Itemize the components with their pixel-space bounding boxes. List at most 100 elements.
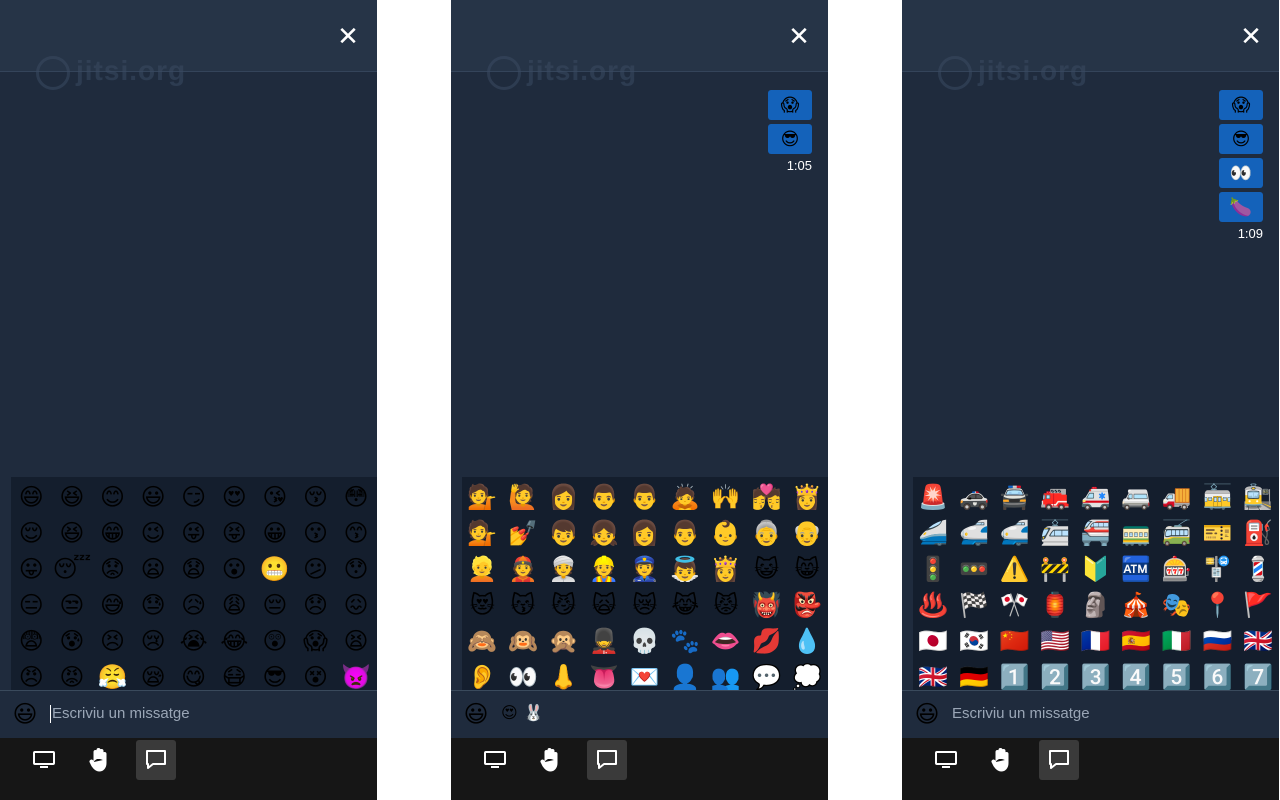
emoji-option[interactable]: 🚋: [1197, 479, 1238, 515]
emoji-option[interactable]: 😄: [11, 479, 52, 515]
emoji-option[interactable]: 😥: [173, 587, 214, 623]
emoji-option[interactable]: 😣: [92, 623, 133, 659]
emoji-option[interactable]: 🚝: [1075, 515, 1116, 551]
emoji-option[interactable]: 😊: [92, 479, 133, 515]
emoji-option[interactable]: 😟: [92, 551, 133, 587]
emoji-option[interactable]: 🚚: [1157, 479, 1198, 515]
emoji-option[interactable]: 😕: [295, 551, 336, 587]
emoji-option[interactable]: 👂: [462, 659, 503, 690]
emoji-option[interactable]: 🚄: [913, 515, 954, 551]
emoji-option[interactable]: 👲: [503, 551, 544, 587]
emoji-option[interactable]: 😯: [336, 551, 377, 587]
emoji-option[interactable]: 😙: [336, 515, 377, 551]
emoji-option[interactable]: 👅: [584, 659, 625, 690]
chat-button[interactable]: [136, 740, 176, 780]
emoji-option[interactable]: 😹: [665, 587, 706, 623]
emoji-option[interactable]: 🙈: [462, 623, 503, 659]
emoji-option[interactable]: 👮: [624, 551, 665, 587]
emoji-option[interactable]: 🚦: [913, 551, 954, 587]
emoji-option[interactable]: 🙇: [665, 479, 706, 515]
emoji-option[interactable]: 💁: [462, 479, 503, 515]
emoji-option[interactable]: ⛽: [1238, 515, 1279, 551]
emoji-option[interactable]: 👩: [624, 515, 665, 551]
emoji-option[interactable]: 7️⃣: [1238, 659, 1279, 690]
emoji-option[interactable]: 🇪🇸: [1116, 623, 1157, 659]
emoji-picker-button[interactable]: 😃: [461, 699, 491, 729]
emoji-option[interactable]: 🎪: [1116, 587, 1157, 623]
emoji-option[interactable]: 😞: [295, 587, 336, 623]
emoji-option[interactable]: 1️⃣: [994, 659, 1035, 690]
emoji-option[interactable]: 🙉: [503, 623, 544, 659]
emoji-option[interactable]: 👤: [665, 659, 706, 690]
message-input[interactable]: 😍🐰: [501, 703, 550, 722]
emoji-option[interactable]: 📍: [1197, 587, 1238, 623]
raise-hand-button[interactable]: [531, 740, 571, 780]
chat-button[interactable]: [587, 740, 627, 780]
emoji-option[interactable]: 😓: [133, 587, 174, 623]
emoji-option[interactable]: 🚥: [954, 551, 995, 587]
emoji-option[interactable]: 🇬🇧: [913, 659, 954, 690]
screen-share-button[interactable]: [24, 740, 64, 780]
emoji-option[interactable]: 🇰🇷: [954, 623, 995, 659]
emoji-option[interactable]: 🚑: [1075, 479, 1116, 515]
chat-button[interactable]: [1039, 740, 1079, 780]
emoji-option[interactable]: 😲: [255, 623, 296, 659]
emoji-option[interactable]: 👿: [336, 659, 377, 690]
emoji-option[interactable]: 😆: [52, 515, 93, 551]
emoji-option[interactable]: 💬: [746, 659, 787, 690]
emoji-option[interactable]: 💀: [624, 623, 665, 659]
emoji-option[interactable]: 👥: [706, 659, 747, 690]
emoji-option[interactable]: 😩: [214, 587, 255, 623]
emoji-option[interactable]: 😒: [52, 587, 93, 623]
emoji-option[interactable]: 🙊: [543, 623, 584, 659]
raise-hand-button[interactable]: [80, 740, 120, 780]
emoji-option[interactable]: 💏: [746, 479, 787, 515]
emoji-option[interactable]: 3️⃣: [1075, 659, 1116, 690]
emoji-option[interactable]: 😂: [214, 623, 255, 659]
emoji-option[interactable]: ♨️: [913, 587, 954, 623]
emoji-option[interactable]: 😔: [255, 587, 296, 623]
emoji-option[interactable]: 🎫: [1197, 515, 1238, 551]
emoji-option[interactable]: 💁: [462, 515, 503, 551]
close-icon[interactable]: ✕: [333, 22, 363, 52]
emoji-option[interactable]: 😦: [133, 551, 174, 587]
emoji-option[interactable]: 🇮🇹: [1157, 623, 1198, 659]
emoji-option[interactable]: 😧: [173, 551, 214, 587]
emoji-option[interactable]: 😎: [255, 659, 296, 690]
emoji-option[interactable]: 😠: [11, 659, 52, 690]
emoji-option[interactable]: 😍: [214, 479, 255, 515]
emoji-option[interactable]: 😋: [173, 659, 214, 690]
emoji-option[interactable]: 💂: [584, 623, 625, 659]
emoji-option[interactable]: 🇬🇧: [1238, 623, 1279, 659]
emoji-option[interactable]: 😝: [214, 515, 255, 551]
emoji-option[interactable]: 😜: [173, 515, 214, 551]
emoji-option[interactable]: 😡: [52, 659, 93, 690]
emoji-option[interactable]: 😿: [624, 587, 665, 623]
emoji-option[interactable]: 😢: [133, 623, 174, 659]
emoji-option[interactable]: 🚅: [994, 515, 1035, 551]
emoji-option[interactable]: 😬: [255, 551, 296, 587]
emoji-option[interactable]: 👹: [746, 587, 787, 623]
emoji-option[interactable]: 🇺🇸: [1035, 623, 1076, 659]
emoji-option[interactable]: 🙌: [706, 479, 747, 515]
emoji-option[interactable]: 💈: [1238, 551, 1279, 587]
emoji-option[interactable]: 👨: [624, 479, 665, 515]
emoji-option[interactable]: 🇩🇪: [954, 659, 995, 690]
emoji-option[interactable]: 😑: [11, 587, 52, 623]
emoji-option[interactable]: 😚: [295, 479, 336, 515]
emoji-option[interactable]: 🚏: [1197, 551, 1238, 587]
emoji-option[interactable]: 💅: [503, 515, 544, 551]
emoji-option[interactable]: 😷: [214, 659, 255, 690]
emoji-option[interactable]: 🚎: [1157, 515, 1198, 551]
emoji-option[interactable]: 🏁: [954, 587, 995, 623]
emoji-option[interactable]: 👀: [503, 659, 544, 690]
emoji-option[interactable]: 😫: [336, 623, 377, 659]
emoji-option[interactable]: 2️⃣: [1035, 659, 1076, 690]
emoji-option[interactable]: 🔰: [1075, 551, 1116, 587]
emoji-option[interactable]: 👃: [543, 659, 584, 690]
emoji-option[interactable]: 😮: [214, 551, 255, 587]
emoji-option[interactable]: 👵: [746, 515, 787, 551]
emoji-option[interactable]: 🚐: [1116, 479, 1157, 515]
emoji-option[interactable]: 🚒: [1035, 479, 1076, 515]
close-icon[interactable]: ✕: [784, 22, 814, 52]
